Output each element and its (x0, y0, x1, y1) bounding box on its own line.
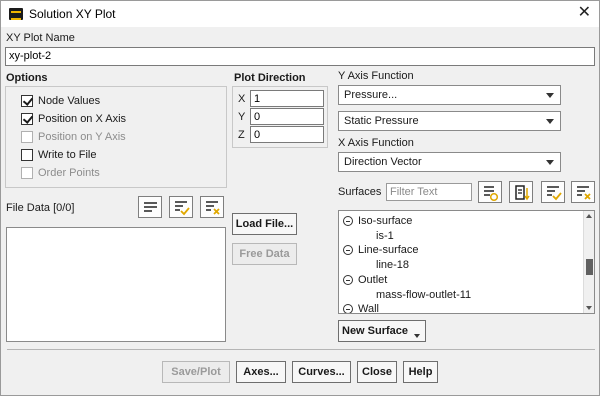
clear-list-icon (206, 201, 220, 215)
surface-group-label: Iso-surface (358, 215, 413, 227)
direction-z-label: Z (238, 129, 245, 141)
direction-y-label: Y (238, 111, 246, 123)
free-data-button: Free Data (232, 243, 297, 265)
select-all-surfaces-button[interactable] (541, 181, 565, 203)
surface-group-label: Line-surface (358, 244, 419, 256)
order-points-label: Order Points (38, 167, 100, 179)
y-axis-quantity-select[interactable]: Static Pressure (338, 111, 561, 131)
surface-group-iso-surface[interactable]: Iso-surface (343, 214, 412, 228)
file-data-select-all-button[interactable] (138, 196, 162, 218)
file-data-label: File Data [0/0] (6, 202, 75, 214)
surfaces-filter-input[interactable]: Filter Text (386, 183, 472, 201)
y-axis-quantity-value: Static Pressure (344, 115, 419, 127)
options-heading: Options (6, 72, 48, 84)
clear-list-icon (577, 186, 591, 200)
option-position-y: Position on Y Axis (21, 130, 126, 144)
sort-list-button[interactable] (509, 181, 533, 203)
position-y-label: Position on Y Axis (38, 131, 126, 143)
position-x-label: Position on X Axis (38, 113, 127, 125)
file-data-check-button[interactable] (169, 196, 193, 218)
plot-name-label: XY Plot Name (6, 32, 75, 44)
surfaces-label: Surfaces (338, 186, 382, 198)
surface-group-label: Wall (358, 303, 379, 314)
surfaces-list[interactable]: Iso-surface is-1 Line-surface line-18 Ou… (338, 210, 595, 314)
select-all-icon (144, 202, 157, 212)
direction-x-input[interactable]: 1 (250, 90, 324, 107)
chevron-down-icon (546, 119, 554, 124)
title-bar: Solution XY Plot ✕ (1, 1, 599, 27)
sort-list-icon (515, 185, 530, 201)
x-axis-function-label: X Axis Function (338, 137, 414, 149)
load-file-button[interactable]: Load File... (232, 213, 297, 235)
save-plot-button: Save/Plot (162, 361, 230, 383)
bottom-separator (7, 349, 595, 350)
x-axis-function-select[interactable]: Direction Vector (338, 152, 561, 172)
check-list-icon (175, 201, 190, 216)
collapse-icon[interactable] (343, 216, 353, 226)
y-axis-category-value: Pressure... (344, 89, 398, 101)
order-points-checkbox (21, 167, 33, 179)
plot-direction-heading: Plot Direction (234, 72, 306, 84)
option-position-x[interactable]: Position on X Axis (21, 112, 126, 126)
direction-z-input[interactable]: 0 (250, 126, 324, 143)
new-surface-label: New Surface (342, 325, 409, 337)
new-surface-button[interactable]: New Surface (338, 320, 426, 342)
curves-button[interactable]: Curves... (292, 361, 351, 383)
surface-item-mass-flow-outlet-11[interactable]: mass-flow-outlet-11 (376, 288, 471, 302)
collapse-icon[interactable] (343, 245, 353, 255)
window-title: Solution XY Plot (29, 7, 116, 21)
chevron-down-icon (546, 93, 554, 98)
option-node-values[interactable]: Node Values (21, 94, 100, 108)
options-group: Node Values Position on X Axis Position … (5, 86, 227, 188)
collapse-icon[interactable] (343, 304, 353, 313)
group-by-type-button[interactable] (478, 181, 502, 203)
scroll-up-icon[interactable] (586, 214, 592, 218)
close-button[interactable]: Close (357, 361, 397, 383)
surface-item-line-18[interactable]: line-18 (376, 258, 409, 272)
surface-item-is-1[interactable]: is-1 (376, 229, 394, 243)
surface-group-label: Outlet (358, 274, 388, 286)
plot-direction-group: X 1 Y 0 Z 0 (232, 86, 328, 148)
chevron-down-icon (546, 160, 554, 165)
deselect-all-surfaces-button[interactable] (571, 181, 595, 203)
option-write-to-file[interactable]: Write to File (21, 148, 96, 162)
axes-button[interactable]: Axes... (236, 361, 286, 383)
surface-group-outlet[interactable]: Outlet (343, 273, 387, 287)
y-axis-category-select[interactable]: Pressure... (338, 85, 561, 105)
scroll-down-icon[interactable] (586, 306, 592, 310)
surface-item-label: is-1 (376, 230, 394, 242)
node-values-checkbox[interactable] (21, 95, 33, 107)
chevron-down-icon (414, 334, 420, 338)
solution-xy-plot-dialog: Solution XY Plot ✕ XY Plot Name xy-plot-… (0, 0, 600, 396)
write-to-file-checkbox[interactable] (21, 149, 33, 161)
position-y-checkbox (21, 131, 33, 143)
file-data-clear-button[interactable] (200, 196, 224, 218)
surfaces-scrollbar[interactable] (583, 211, 594, 313)
check-list-icon (547, 186, 562, 201)
file-data-list[interactable] (6, 227, 226, 342)
scroll-thumb[interactable] (586, 259, 593, 275)
direction-x-label: X (238, 93, 246, 105)
surface-group-line-surface[interactable]: Line-surface (343, 243, 419, 257)
y-axis-function-label: Y Axis Function (338, 70, 414, 82)
write-to-file-label: Write to File (38, 149, 97, 161)
close-icon[interactable]: ✕ (578, 4, 591, 22)
surface-item-label: mass-flow-outlet-11 (376, 289, 472, 301)
surface-item-label: line-18 (376, 259, 410, 271)
position-x-checkbox[interactable] (21, 113, 33, 125)
surface-group-wall[interactable]: Wall (343, 302, 379, 314)
group-by-type-icon (484, 186, 499, 202)
node-values-label: Node Values (38, 95, 101, 107)
help-button[interactable]: Help (403, 361, 438, 383)
plot-name-input[interactable]: xy-plot-2 (5, 47, 595, 66)
fluent-app-icon (9, 8, 23, 20)
collapse-icon[interactable] (343, 275, 353, 285)
direction-y-input[interactable]: 0 (250, 108, 324, 125)
option-order-points: Order Points (21, 166, 100, 180)
x-axis-function-value: Direction Vector (344, 156, 422, 168)
